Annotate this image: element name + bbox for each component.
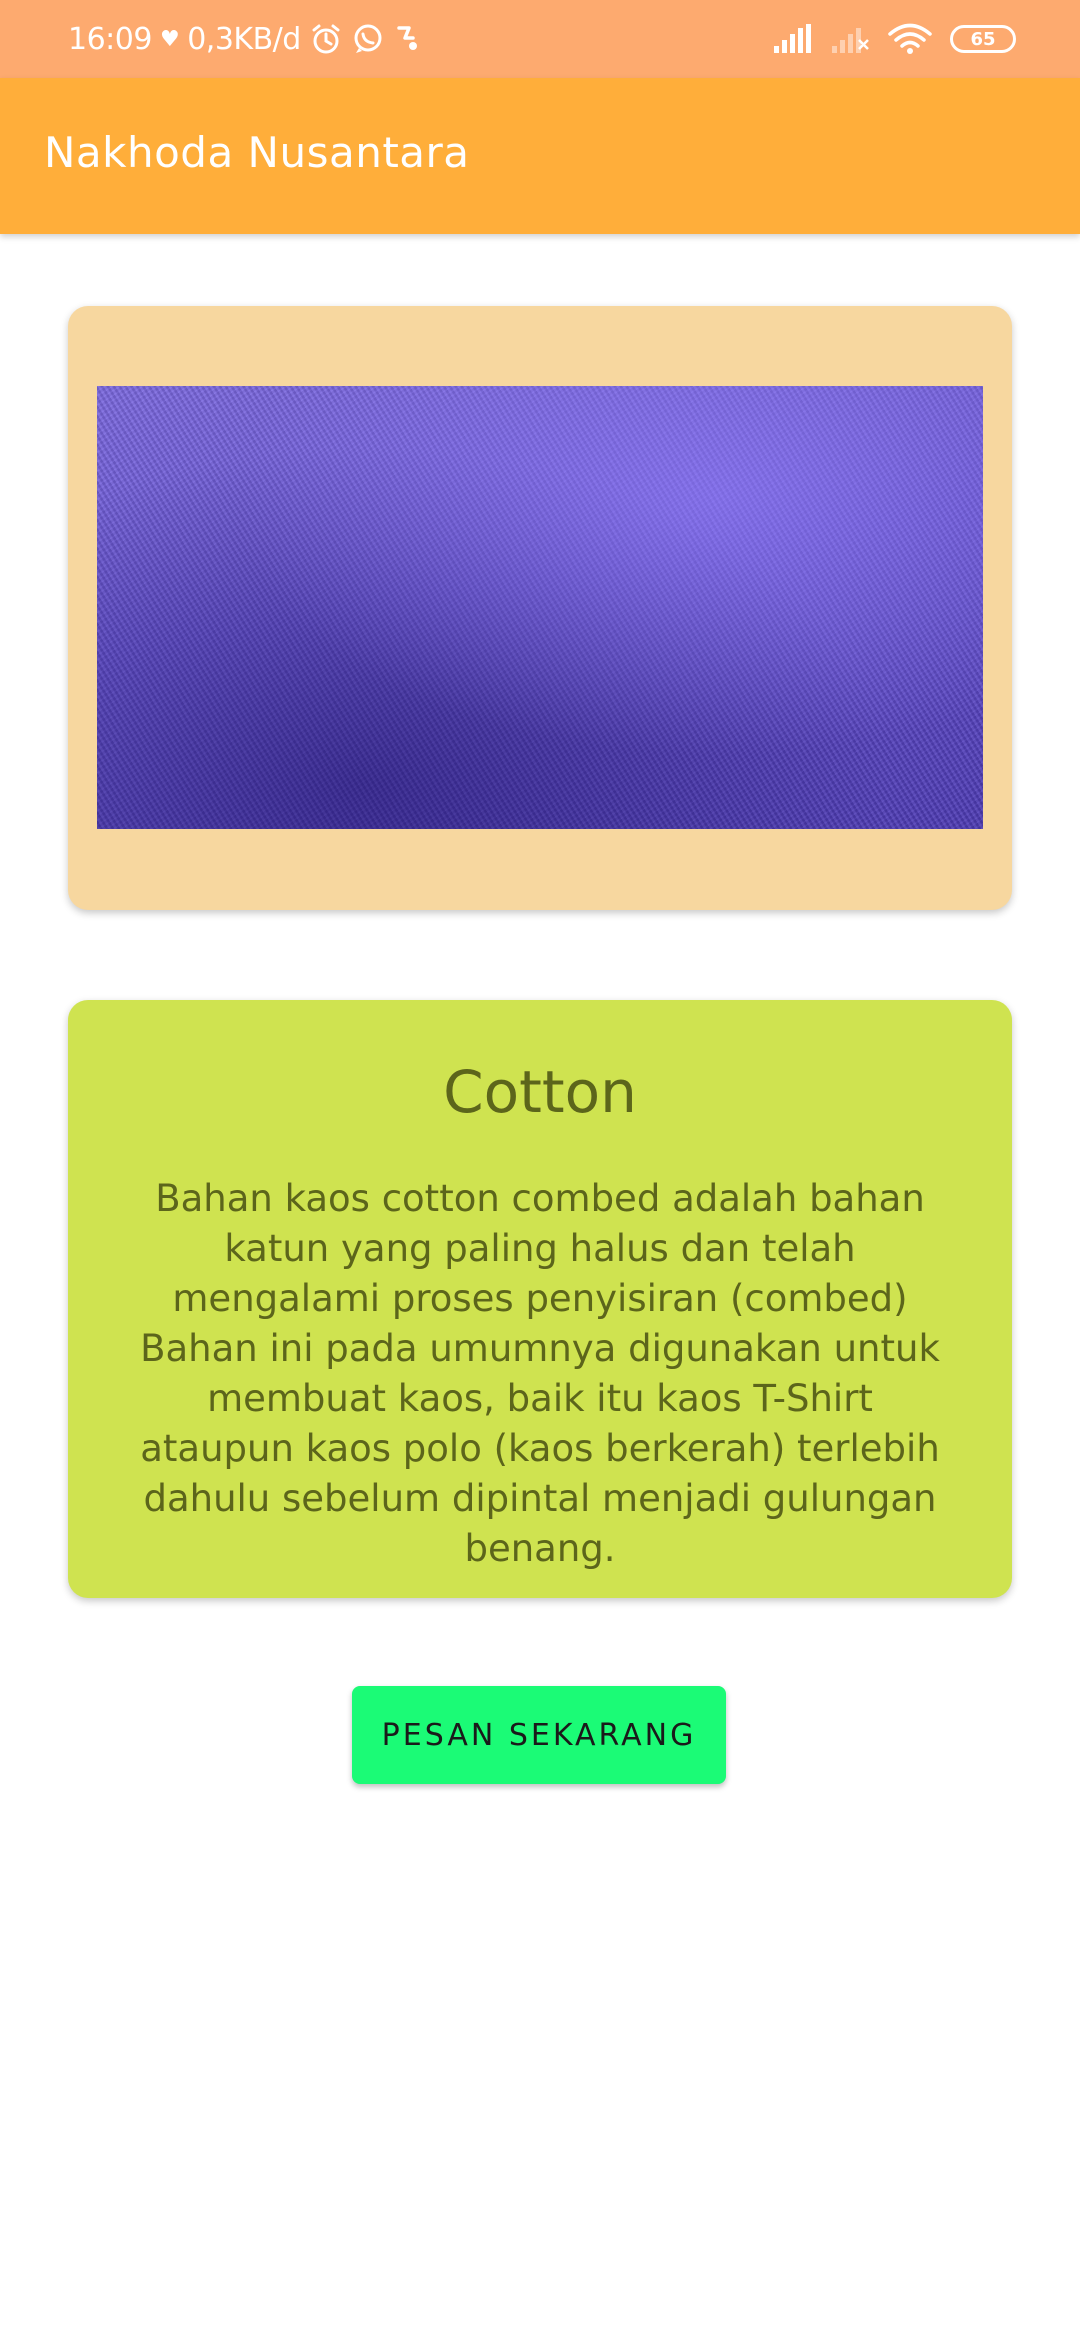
product-image-card: [68, 306, 1012, 910]
product-description: Bahan kaos cotton combed adalah bahan ka…: [140, 1177, 940, 1570]
status-bar-right: 65: [772, 0, 1016, 78]
battery-level: 65: [970, 28, 996, 50]
product-title: Cotton: [443, 1058, 637, 1126]
status-bar-left: 16:09 ♥ 0,3KB/d: [68, 0, 423, 78]
app-title: Nakhoda Nusantara: [44, 128, 470, 177]
whatsapp-icon: [351, 22, 385, 56]
wifi-icon: [888, 23, 932, 55]
status-bar: 16:09 ♥ 0,3KB/d 65: [0, 0, 1080, 78]
app-bar: Nakhoda Nusantara: [0, 78, 1080, 234]
signal-no-service-icon: [830, 24, 870, 54]
network-speed: 0,3KB/d: [187, 21, 301, 57]
notification-icon: [393, 22, 423, 56]
signal-icon: [772, 24, 812, 54]
status-time: 16:09: [68, 21, 152, 57]
description-card: Cotton Bahan kaos cotton combed adalah b…: [68, 1000, 1012, 1598]
product-image: [97, 386, 983, 829]
battery-icon: 65: [950, 25, 1016, 53]
alarm-icon: [309, 22, 343, 56]
heart-icon: ♥: [159, 26, 180, 52]
order-now-button[interactable]: PESAN SEKARANG: [352, 1686, 726, 1784]
